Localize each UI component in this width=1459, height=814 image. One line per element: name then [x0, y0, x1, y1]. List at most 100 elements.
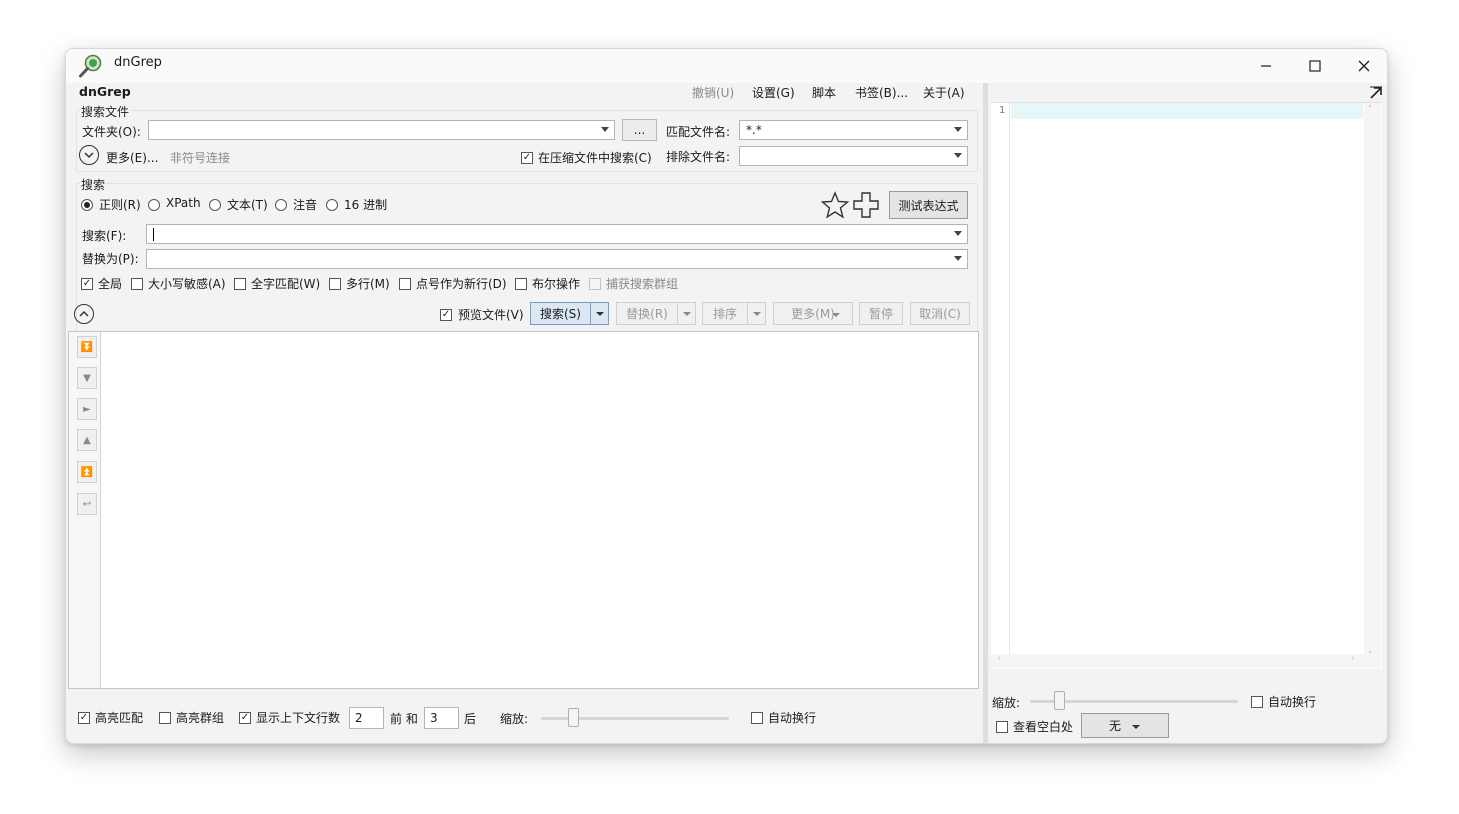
more-button[interactable]: 更多(M) [773, 302, 853, 325]
plus-bookmark-icon[interactable] [852, 191, 880, 219]
maximize-icon [1309, 60, 1321, 72]
chevron-down-icon [601, 127, 609, 132]
menu-script[interactable]: 脚本 [812, 84, 836, 101]
maximize-button[interactable] [1292, 53, 1338, 79]
preview-zoom-slider-thumb[interactable] [1054, 691, 1065, 710]
current-line-highlight [1011, 103, 1363, 119]
replace-dropdown-arrow[interactable] [677, 303, 695, 324]
menu-about[interactable]: 关于(A) [923, 84, 965, 101]
preview-file-checkbox[interactable]: ✓ [440, 309, 452, 321]
zoom-label: 缩放: [500, 712, 529, 726]
mode-regex-radio[interactable] [81, 199, 93, 211]
show-whitespace-checkbox[interactable] [996, 721, 1008, 733]
expand-more-button[interactable] [79, 145, 99, 165]
match-files-value: *.* [746, 123, 762, 137]
multiline-checkbox[interactable] [329, 278, 341, 290]
close-button[interactable] [1341, 53, 1387, 79]
context-after-input[interactable]: 3 [424, 707, 459, 729]
case-sensitive-checkbox[interactable] [131, 278, 143, 290]
highlight-matches-checkbox[interactable]: ✓ [78, 712, 90, 724]
exclude-files-label: 排除文件名: [666, 150, 731, 164]
expand-all-button[interactable]: ⏬ [77, 336, 97, 358]
show-context-checkbox[interactable]: ✓ [239, 712, 251, 724]
collapse-button[interactable] [74, 304, 94, 324]
sort-button[interactable]: 排序 [702, 302, 766, 325]
replace-button-label: 替换(R) [626, 307, 668, 321]
popout-arrow-icon[interactable] [1369, 86, 1383, 100]
star-bookmark-icon[interactable] [821, 191, 849, 219]
scroll-up-icon[interactable]: ˄ [1368, 105, 1373, 115]
preview-editor[interactable]: 1 ˄ ˅ ‹ › [991, 102, 1382, 669]
search-archives-label: 在压缩文件中搜索(C) [538, 151, 652, 165]
search-input[interactable] [146, 224, 968, 244]
whole-word-label: 全字匹配(W) [251, 277, 321, 291]
match-files-combo[interactable]: *.* [739, 120, 968, 140]
preview-pane: 1 ˄ ˅ ‹ › 缩放: 自动换行 查看空白处 无 [988, 83, 1387, 743]
dngrep-logo-icon [79, 54, 102, 78]
app-name: dnGrep [79, 84, 131, 99]
menu-bookmarks[interactable]: 书签(B)... [855, 84, 908, 101]
double-chevron-down-icon: ⏬ [80, 341, 94, 353]
next-match-button[interactable]: ► [77, 398, 97, 420]
results-tree[interactable] [100, 332, 978, 688]
show-whitespace-label: 查看空白处 [1013, 720, 1074, 734]
search-dropdown-arrow[interactable] [590, 303, 608, 324]
highlight-groups-checkbox[interactable] [159, 712, 171, 724]
global-checkbox[interactable]: ✓ [81, 278, 93, 290]
triangle-right-icon: ► [83, 403, 91, 415]
replace-button[interactable]: 替换(R) [616, 302, 696, 325]
context-before-input[interactable]: 2 [349, 707, 384, 729]
pattern-note: 非符号连接 [170, 151, 231, 165]
line-number: 1 [999, 105, 1006, 116]
collapse-all-button[interactable]: ⏫ [77, 461, 97, 483]
scroll-down-icon[interactable]: ˅ [1368, 651, 1373, 661]
search-archives-checkbox[interactable]: ✓ [521, 152, 533, 164]
scroll-left-icon[interactable]: ‹ [997, 653, 1001, 664]
previous-file-button[interactable]: ▲ [77, 429, 97, 451]
mode-text-radio[interactable] [209, 199, 221, 211]
folder-label: 文件夹(O): [82, 125, 141, 139]
syntax-dropdown[interactable]: 无 [1081, 713, 1169, 738]
sort-dropdown-arrow[interactable] [747, 303, 765, 324]
zoom-slider-thumb[interactable] [568, 708, 579, 727]
mode-hex-radio[interactable] [326, 199, 338, 211]
scroll-right-icon[interactable]: › [1351, 653, 1355, 664]
mode-phonetic-radio[interactable] [275, 199, 287, 211]
app-window: dnGrep dnGrep 撤销(U) 设置(G) 脚本 书签(B)... 关于… [65, 48, 1388, 744]
more-button-label: 更多(M) [791, 307, 835, 321]
preview-word-wrap-checkbox[interactable] [1251, 696, 1263, 708]
return-arrow-icon: ↩ [82, 498, 92, 510]
mode-hex-label: 16 进制 [344, 198, 388, 212]
more-options-link[interactable]: 更多(E)... [106, 149, 158, 166]
browse-button[interactable]: ... [622, 119, 657, 141]
capture-groups-checkbox[interactable] [589, 278, 601, 290]
whole-word-checkbox[interactable] [234, 278, 246, 290]
mode-xpath-radio[interactable] [148, 199, 160, 211]
menu-settings[interactable]: 设置(G) [752, 84, 795, 101]
case-sensitive-label: 大小写敏感(A) [148, 277, 226, 291]
replace-input[interactable] [146, 249, 968, 269]
cancel-button[interactable]: 取消(C) [910, 302, 970, 325]
boolean-checkbox[interactable] [515, 278, 527, 290]
folder-combo[interactable] [148, 120, 615, 140]
pause-button[interactable]: 暂停 [859, 302, 903, 325]
horizontal-scrollbar[interactable]: ‹ › [991, 653, 1364, 668]
test-regex-button[interactable]: 测试表达式 [889, 191, 968, 219]
close-icon [1358, 60, 1370, 72]
search-button[interactable]: 搜索(S) [530, 302, 609, 325]
dot-newline-checkbox[interactable] [399, 278, 411, 290]
minimize-button[interactable] [1243, 53, 1289, 79]
triangle-up-icon: ▲ [83, 434, 91, 446]
double-chevron-up-icon: ⏫ [80, 466, 94, 478]
next-file-button[interactable]: ▼ [77, 367, 97, 389]
word-wrap-checkbox[interactable] [751, 712, 763, 724]
vertical-scrollbar[interactable]: ˄ ˅ [1364, 103, 1381, 668]
boolean-label: 布尔操作 [532, 277, 581, 291]
match-files-label: 匹配文件名: [666, 125, 731, 139]
exclude-files-combo[interactable] [739, 146, 968, 166]
menu-undo[interactable]: 撤销(U) [692, 84, 734, 101]
title-bar: dnGrep [66, 49, 1387, 83]
sort-button-label: 排序 [712, 307, 737, 321]
return-button[interactable]: ↩ [77, 493, 97, 515]
mode-phonetic-label: 注音 [293, 198, 318, 212]
